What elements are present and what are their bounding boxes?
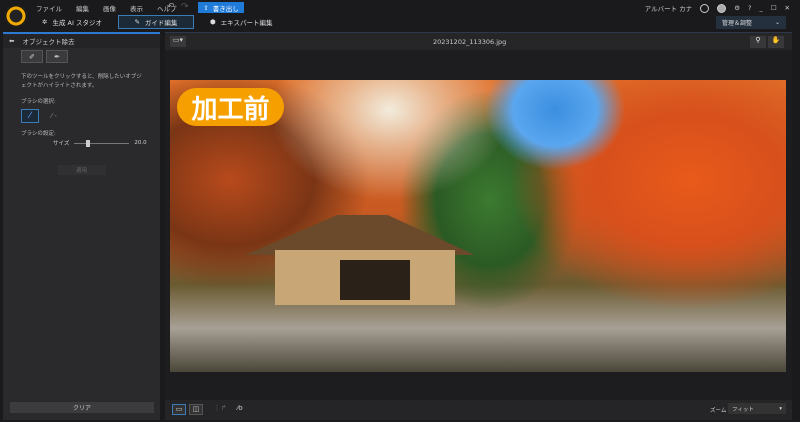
cube-icon: ⬢	[209, 18, 216, 26]
brush-plus-icon: ⁄	[29, 111, 31, 121]
redo-icon[interactable]: ↷	[181, 2, 189, 12]
menu-view[interactable]: 表示	[130, 3, 143, 13]
pen-icon: ✒	[54, 52, 60, 61]
file-name: 20231202_113306.jpg	[433, 38, 507, 46]
single-view-icon[interactable]: ▭	[172, 404, 186, 415]
help-icon[interactable]: ?	[748, 4, 751, 12]
menu-edit[interactable]: 編集	[76, 3, 89, 13]
brush-add-button[interactable]: ⁄	[21, 109, 39, 123]
brush-select-label: ブラシの選択:	[21, 99, 56, 105]
size-slider-thumb[interactable]	[86, 139, 91, 147]
magnifier-icon[interactable]: ⚲	[750, 36, 766, 48]
before-label: 加工前	[191, 94, 270, 125]
app-logo	[5, 5, 27, 27]
account-icon[interactable]	[700, 3, 710, 13]
size-value: 20.0	[134, 140, 147, 146]
manage-adjust-dropdown[interactable]: 管理＆調整 ⌄	[716, 16, 786, 29]
apply-button[interactable]: 適用	[57, 165, 106, 175]
tab-label: 生成 AI スタジオ	[52, 19, 102, 27]
mode-tabs: ✲ 生成 AI スタジオ ✎ ガイド編集 ⬢ エキスパート編集	[36, 15, 278, 29]
hand-icon[interactable]: ✋	[768, 36, 784, 48]
folder-icon[interactable]: ▭▾	[170, 36, 186, 47]
brush-icon: ✐	[29, 52, 35, 61]
compare-view-icon[interactable]: ◫	[189, 404, 203, 415]
user-name: アルバート カナ	[644, 5, 693, 13]
menu-bar: ファイル 編集 画像 表示 ヘルプ	[36, 3, 177, 13]
manage-label: 管理＆調整	[722, 20, 753, 27]
menu-image[interactable]: 画像	[103, 3, 116, 13]
object-removal-panel: ⬅ オブジェクト除去 ✐ ✒ 下のツールをクリックすると、削除したいオブジェクトが…	[3, 32, 160, 420]
zoom-value: フィット	[732, 406, 754, 413]
undo-icon[interactable]: ↶	[167, 2, 175, 12]
auto-brush-tab[interactable]: ✐	[21, 50, 43, 63]
size-slider[interactable]	[74, 139, 130, 147]
panel-title: オブジェクト除去	[22, 38, 75, 46]
chevron-down-icon: ⌄	[774, 19, 780, 26]
clear-label: クリア	[72, 405, 91, 412]
zoom-select[interactable]: フィット ▾	[728, 403, 786, 414]
export-label: 書き出し	[212, 4, 239, 13]
compare-toggle-icon[interactable]: ⋮↱	[213, 404, 227, 415]
export-button[interactable]: ⇧ 書き出し	[198, 2, 244, 13]
tab-ai-studio[interactable]: ✲ 生成 AI スタジオ	[36, 15, 108, 29]
before-badge: 加工前	[177, 88, 284, 126]
sparkle-icon: ✲	[42, 18, 48, 26]
minimize-icon[interactable]: _	[759, 4, 762, 12]
tab-label: エキスパート編集	[220, 19, 273, 27]
gear-icon[interactable]: ⚙	[734, 4, 740, 12]
back-arrow-icon[interactable]: ⬅	[9, 37, 14, 45]
tab-guided-edit[interactable]: ✎ ガイド編集	[117, 15, 194, 29]
zoom-label: ズーム	[710, 408, 727, 414]
menu-file[interactable]: ファイル	[36, 3, 62, 13]
magic-wand-icon: ✎	[134, 18, 140, 26]
bottom-toolbar: ▭ ◫ ⋮↱ ⁄o ズーム フィット ▾	[165, 400, 792, 420]
export-icon: ⇧	[203, 3, 209, 12]
eraser-brush-icon[interactable]: ⁄ -	[51, 112, 57, 120]
tea-house	[245, 215, 475, 310]
manual-brush-tab[interactable]: ✒	[46, 50, 68, 63]
dropdown-arrow-icon: ▾	[779, 405, 782, 412]
brush-preview-icon[interactable]: ⁄o	[233, 404, 247, 415]
close-icon[interactable]: ✕	[785, 4, 790, 12]
clear-button[interactable]: クリア	[10, 402, 154, 413]
brush-settings-label: ブラシの設定:	[21, 131, 56, 137]
panel-description: 下のツールをクリックすると、削除したいオブジェクトがハイライトされます。	[21, 74, 142, 89]
maximize-icon[interactable]: ☐	[771, 4, 777, 12]
tab-label: ガイド編集	[144, 19, 178, 27]
tab-expert-edit[interactable]: ⬢ エキスパート編集	[204, 15, 279, 29]
apply-label: 適用	[75, 168, 87, 174]
settings-badge-icon[interactable]	[717, 3, 727, 13]
size-label: サイズ	[53, 141, 70, 147]
user-area: アルバート カナ ⚙ ? _ ☐ ✕	[645, 3, 790, 13]
